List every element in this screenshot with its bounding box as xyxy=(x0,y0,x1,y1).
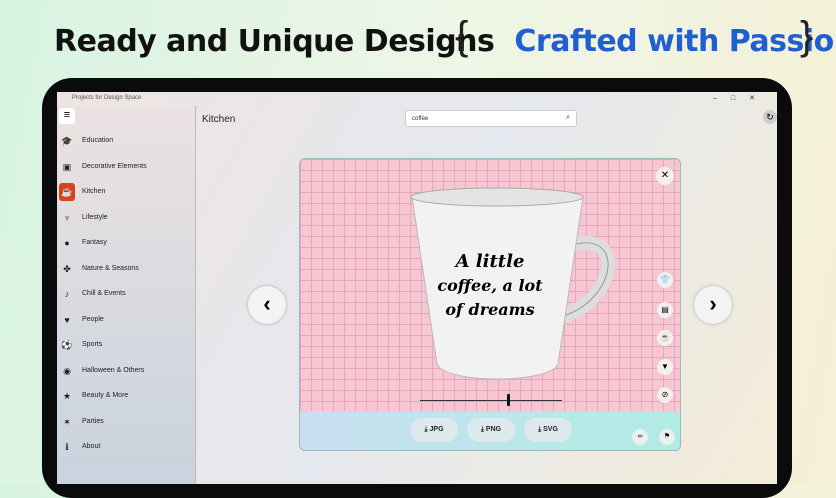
sidebar-item[interactable]: ⚽ Sports xyxy=(57,336,196,354)
star-icon: ★ xyxy=(62,391,72,401)
hamburger-menu-icon[interactable]: ≡ xyxy=(59,108,75,124)
mortarboard-icon: 🎓 xyxy=(61,136,73,146)
ball-icon: ⚽ xyxy=(61,340,73,350)
sidebar-item-label: Decorative Elements xyxy=(82,162,147,170)
previous-button[interactable]: ‹ xyxy=(248,286,286,324)
sidebar-item[interactable]: ◉ Halloween & Others xyxy=(57,362,196,380)
link-icon[interactable]: ∞ xyxy=(632,429,648,445)
mug-text-3: of dreams xyxy=(445,300,534,319)
download-png-button[interactable]: ⤓ PNG xyxy=(467,418,515,442)
size-slider[interactable] xyxy=(420,394,562,406)
sidebar: ≡ 🎓 Education ▣ Decorative Elements ☕ Kitchen… xyxy=(57,106,196,484)
box-icon[interactable]: ▤ xyxy=(657,302,673,318)
laurel-right-icon: } xyxy=(800,14,814,58)
next-button[interactable]: › xyxy=(694,286,732,324)
download-jpg-button[interactable]: ⤓ JPG xyxy=(410,418,458,442)
sidebar-item[interactable]: ☕ Kitchen xyxy=(57,183,196,201)
sidebar-item-label: People xyxy=(82,315,104,323)
mug-text-1: A little xyxy=(454,251,525,272)
sidebar-item-label: Kitchen xyxy=(82,188,106,195)
sidebar-item[interactable]: ▣ Decorative Elements xyxy=(57,158,196,176)
maple-leaf-icon: ✤ xyxy=(63,263,71,274)
app-window: Projects for Design Space –□✕ ≡ 🎓 Educatio… xyxy=(57,92,777,484)
search-value: coffee xyxy=(412,116,429,122)
sidebar-item[interactable]: ℹ About xyxy=(57,438,196,456)
sidebar-item-label: Lifestyle xyxy=(82,213,108,221)
mug-image: A little coffee, a lot of dreams xyxy=(410,187,615,380)
tshirt-icon[interactable]: 👕 xyxy=(657,272,673,288)
mug-text-2: coffee, a lot xyxy=(437,276,543,295)
sidebar-item-label: Education xyxy=(82,137,114,144)
sidebar-item[interactable]: ★ Beauty & More xyxy=(57,387,196,405)
slider-thumb[interactable] xyxy=(506,394,510,406)
sidebar-item-label: About xyxy=(82,443,101,450)
laurel-left-icon: { xyxy=(455,14,469,58)
headline-part1: Ready and Unique Designs xyxy=(54,24,495,59)
sidebar-item[interactable]: ♆ Lifestyle xyxy=(57,209,196,227)
flag-icon[interactable]: ⚑ xyxy=(659,429,675,445)
sidebar-item[interactable]: ♪ Chill & Events xyxy=(57,285,196,303)
sidebar-item-label: Fantasy xyxy=(82,239,107,246)
title-bar: Projects for Design Space –□✕ xyxy=(57,92,777,106)
preview-dialog: A little coffee, a lot of dreams ✕ 👕 ▤ ☕… xyxy=(299,158,681,451)
sidebar-item-label: Nature & Seasons xyxy=(82,264,139,272)
sidebar-item-label: Chill & Events xyxy=(82,290,126,297)
window-title: Projects for Design Space xyxy=(72,95,142,101)
close-icon[interactable]: ✕ xyxy=(656,167,674,185)
chair-icon: ♪ xyxy=(64,289,70,299)
preview-canvas: A little coffee, a lot of dreams ✕ 👕 ▤ ☕… xyxy=(300,159,680,411)
headline: Ready and Unique Designs Crafted with Pas… xyxy=(54,24,836,59)
cup-icon: ☕ xyxy=(59,183,75,201)
window-controls[interactable]: –□✕ xyxy=(713,94,769,102)
party-popper-icon: ✶ xyxy=(63,416,71,427)
page-title: Kitchen xyxy=(202,114,236,125)
lamp-icon: ♆ xyxy=(63,212,71,223)
block-icon[interactable]: ⊘ xyxy=(657,387,673,403)
tumbler-icon[interactable]: ▼ xyxy=(657,359,673,375)
sidebar-item[interactable]: ● Fantasy xyxy=(57,234,196,252)
sidebar-item[interactable]: ✤ Nature & Seasons xyxy=(57,260,196,278)
info-icon: ℹ xyxy=(65,442,69,452)
sidebar-item-label: Sports xyxy=(82,341,103,348)
pumpkin-icon: ◉ xyxy=(63,365,71,376)
mug-icon[interactable]: ☕ xyxy=(657,330,673,346)
refresh-icon[interactable]: ↻ xyxy=(763,110,777,124)
headline-part2: Crafted with Passion xyxy=(514,24,836,59)
sidebar-item-label: Halloween & Others xyxy=(82,366,145,374)
sidebar-item-label: Beauty & More xyxy=(82,392,129,399)
search-input[interactable]: coffee ⌕ xyxy=(405,110,577,127)
sidebar-item[interactable]: ♥ People xyxy=(57,311,196,329)
download-svg-button[interactable]: ⤓ SVG xyxy=(524,418,572,442)
layers-icon: ▣ xyxy=(62,161,72,172)
heart-icon: ♥ xyxy=(64,314,70,325)
sidebar-item[interactable]: ✶ Parties xyxy=(57,413,196,431)
search-icon[interactable]: ⌕ xyxy=(566,114,570,122)
sidebar-item[interactable]: 🎓 Education xyxy=(57,132,196,150)
sidebar-item-label: Parties xyxy=(82,417,104,425)
balloon-icon: ● xyxy=(64,238,70,248)
